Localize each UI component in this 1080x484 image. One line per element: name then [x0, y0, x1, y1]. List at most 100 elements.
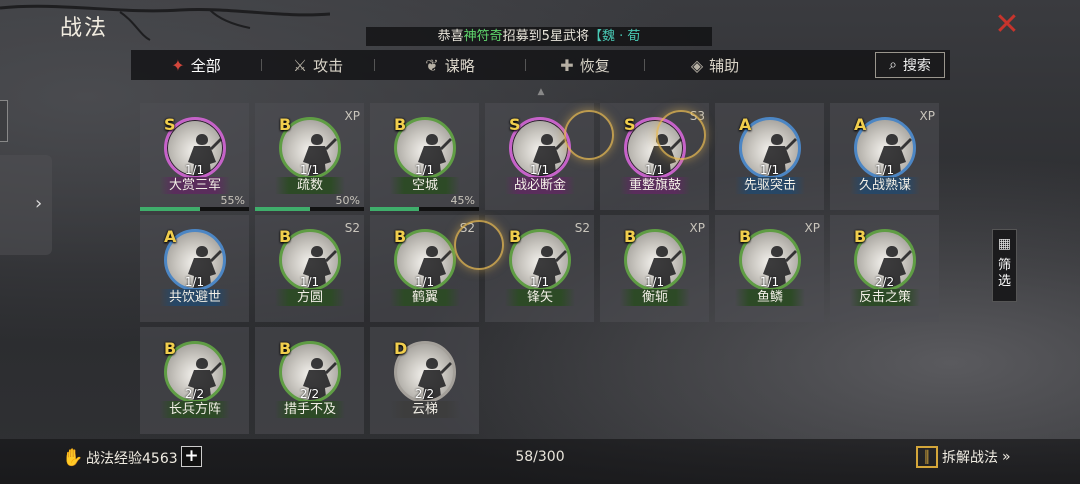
glow-effect — [656, 110, 706, 160]
tactic-level: 1/1 — [644, 163, 665, 177]
search-icon: ⌕ — [889, 57, 897, 73]
tactic-name: 鱼鳞 — [735, 289, 805, 306]
tactic-name: 共饮避世 — [160, 289, 230, 306]
tactic-name: 疏数 — [275, 177, 345, 194]
broadcast-banner: 恭喜神符奇招募到5星武将【魏 · 荀 — [366, 27, 712, 46]
assist-icon: ◈ — [690, 55, 704, 75]
dismantle-label: 拆解战法 — [942, 450, 998, 466]
grade-badge: D — [394, 339, 408, 358]
progress-fill — [255, 207, 310, 211]
tactic-card[interactable]: B 2/2 反击之策 — [830, 215, 939, 322]
filter-label-1: 筛 — [997, 258, 1011, 273]
strategy-icon: ❦ — [425, 55, 439, 75]
tactic-card[interactable]: D 2/2 云梯 — [370, 327, 479, 434]
tactic-card[interactable]: B XP 1/1 疏数 50% — [255, 103, 364, 211]
tactic-level: 1/1 — [299, 163, 320, 177]
banner-player-name: 神符奇 — [463, 29, 503, 44]
grade-badge: S — [624, 115, 636, 134]
tactic-card[interactable]: B S2 1/1 锋矢 — [485, 215, 594, 322]
tactic-name: 鹤翼 — [390, 289, 460, 306]
tactic-tag: S2 — [344, 221, 360, 235]
tactic-level: 1/1 — [184, 275, 205, 289]
tactic-level: 2/2 — [299, 387, 320, 401]
progress-bar — [255, 207, 364, 211]
tactic-tag: S2 — [574, 221, 590, 235]
tactic-tag: XP — [804, 221, 820, 235]
tactic-name: 战必断金 — [505, 177, 575, 194]
grade-badge: B — [279, 115, 292, 134]
tactic-level: 1/1 — [529, 163, 550, 177]
tab-label: 全部 — [190, 56, 221, 75]
grade-badge: B — [394, 115, 407, 134]
banner-general: 【魏 · 荀 — [588, 29, 641, 44]
banner-middle: 招募到5星武将 — [502, 29, 589, 44]
grade-badge: B — [854, 227, 867, 246]
tab-1[interactable]: ⚔ 攻击 — [262, 50, 374, 80]
attack-icon: ⚔ — [292, 55, 308, 75]
dismantle-icon: ║ — [916, 446, 938, 468]
tactic-level: 1/1 — [759, 163, 780, 177]
tactic-card[interactable]: B S2 1/1 方圆 — [255, 215, 364, 322]
tactic-tag: XP — [344, 109, 360, 123]
tactic-level: 1/1 — [184, 163, 205, 177]
tab-label: 恢复 — [579, 56, 610, 75]
tactic-card[interactable]: A 1/1 共饮避世 — [140, 215, 249, 322]
tab-0[interactable]: ✦ 全部 — [131, 50, 261, 80]
tactic-level: 1/1 — [414, 275, 435, 289]
tactic-name: 空城 — [390, 177, 460, 194]
tactic-level: 1/1 — [874, 163, 895, 177]
tactic-name: 衡轭 — [620, 289, 690, 306]
progress-percent: 45% — [450, 194, 475, 207]
tactic-level: 1/1 — [529, 275, 550, 289]
page-title: 战法 — [60, 16, 109, 41]
tactic-card[interactable]: B XP 1/1 衡轭 — [600, 215, 709, 322]
tactic-tag: XP — [919, 109, 935, 123]
dismantle-arrow-icon: » — [1002, 449, 1011, 465]
filter-icon: ▦ — [997, 236, 1012, 252]
grade-badge: B — [624, 227, 637, 246]
tactic-level: 1/1 — [414, 163, 435, 177]
tab-2[interactable]: ❦ 谋略 — [375, 50, 525, 80]
tactic-card[interactable]: S 1/1 大赏三军 55% — [140, 103, 249, 211]
tactic-level: 2/2 — [414, 387, 435, 401]
tactic-name: 反击之策 — [850, 289, 920, 306]
dismantle-button[interactable]: ║ 拆解战法 » — [916, 446, 1011, 468]
progress-fill — [140, 207, 200, 211]
tactic-card[interactable]: B 2/2 长兵方阵 — [140, 327, 249, 434]
tactic-card[interactable]: B 1/1 空城 45% — [370, 103, 479, 211]
tab-label: 辅助 — [709, 56, 740, 75]
grade-badge: B — [164, 339, 177, 358]
tab-4[interactable]: ◈ 辅助 — [645, 50, 785, 80]
tactic-name: 先驱突击 — [735, 177, 805, 194]
close-icon[interactable]: ✕ — [990, 8, 1024, 42]
progress-bar — [370, 207, 479, 211]
search-button[interactable]: ⌕ 搜索 — [875, 52, 945, 78]
tactic-name: 措手不及 — [275, 401, 345, 418]
grade-badge: A — [854, 115, 867, 134]
tactic-name: 久战熟谋 — [850, 177, 920, 194]
grade-badge: B — [279, 339, 292, 358]
tactic-card[interactable]: B XP 1/1 鱼鳞 — [715, 215, 824, 322]
category-tabs: ✦ 全部 ⚔ 攻击 ❦ 谋略 ✚ 恢复 ◈ 辅助 — [131, 50, 950, 80]
scroll-up-indicator: ▲ — [537, 87, 545, 97]
grade-badge: B — [509, 227, 522, 246]
filter-button[interactable]: ▦ 筛 选 — [992, 229, 1017, 302]
expand-arrow-icon: › — [35, 193, 43, 214]
tactic-level: 2/2 — [874, 275, 895, 289]
tactic-name: 长兵方阵 — [160, 401, 230, 418]
tab-label: 谋略 — [444, 56, 475, 75]
grade-badge: A — [739, 115, 752, 134]
tactic-name: 锋矢 — [505, 289, 575, 306]
tactic-card[interactable]: B 2/2 措手不及 — [255, 327, 364, 434]
grade-badge: S — [509, 115, 521, 134]
glow-effect — [454, 220, 504, 270]
filter-label-2: 选 — [997, 274, 1011, 289]
tab-label: 攻击 — [313, 56, 344, 75]
tactic-card[interactable]: A XP 1/1 久战熟谋 — [830, 103, 939, 210]
tab-3[interactable]: ✚ 恢复 — [526, 50, 644, 80]
side-tab[interactable] — [0, 100, 8, 142]
tactics-grid: S 1/1 大赏三军 55% B XP 1/1 疏数 50% B 1/1 空城 45% S 1/1 战必断金 S… — [140, 103, 939, 434]
side-expand-panel[interactable]: › — [0, 155, 52, 255]
tactic-name: 大赏三军 — [160, 177, 230, 194]
tactic-card[interactable]: A 1/1 先驱突击 — [715, 103, 824, 210]
